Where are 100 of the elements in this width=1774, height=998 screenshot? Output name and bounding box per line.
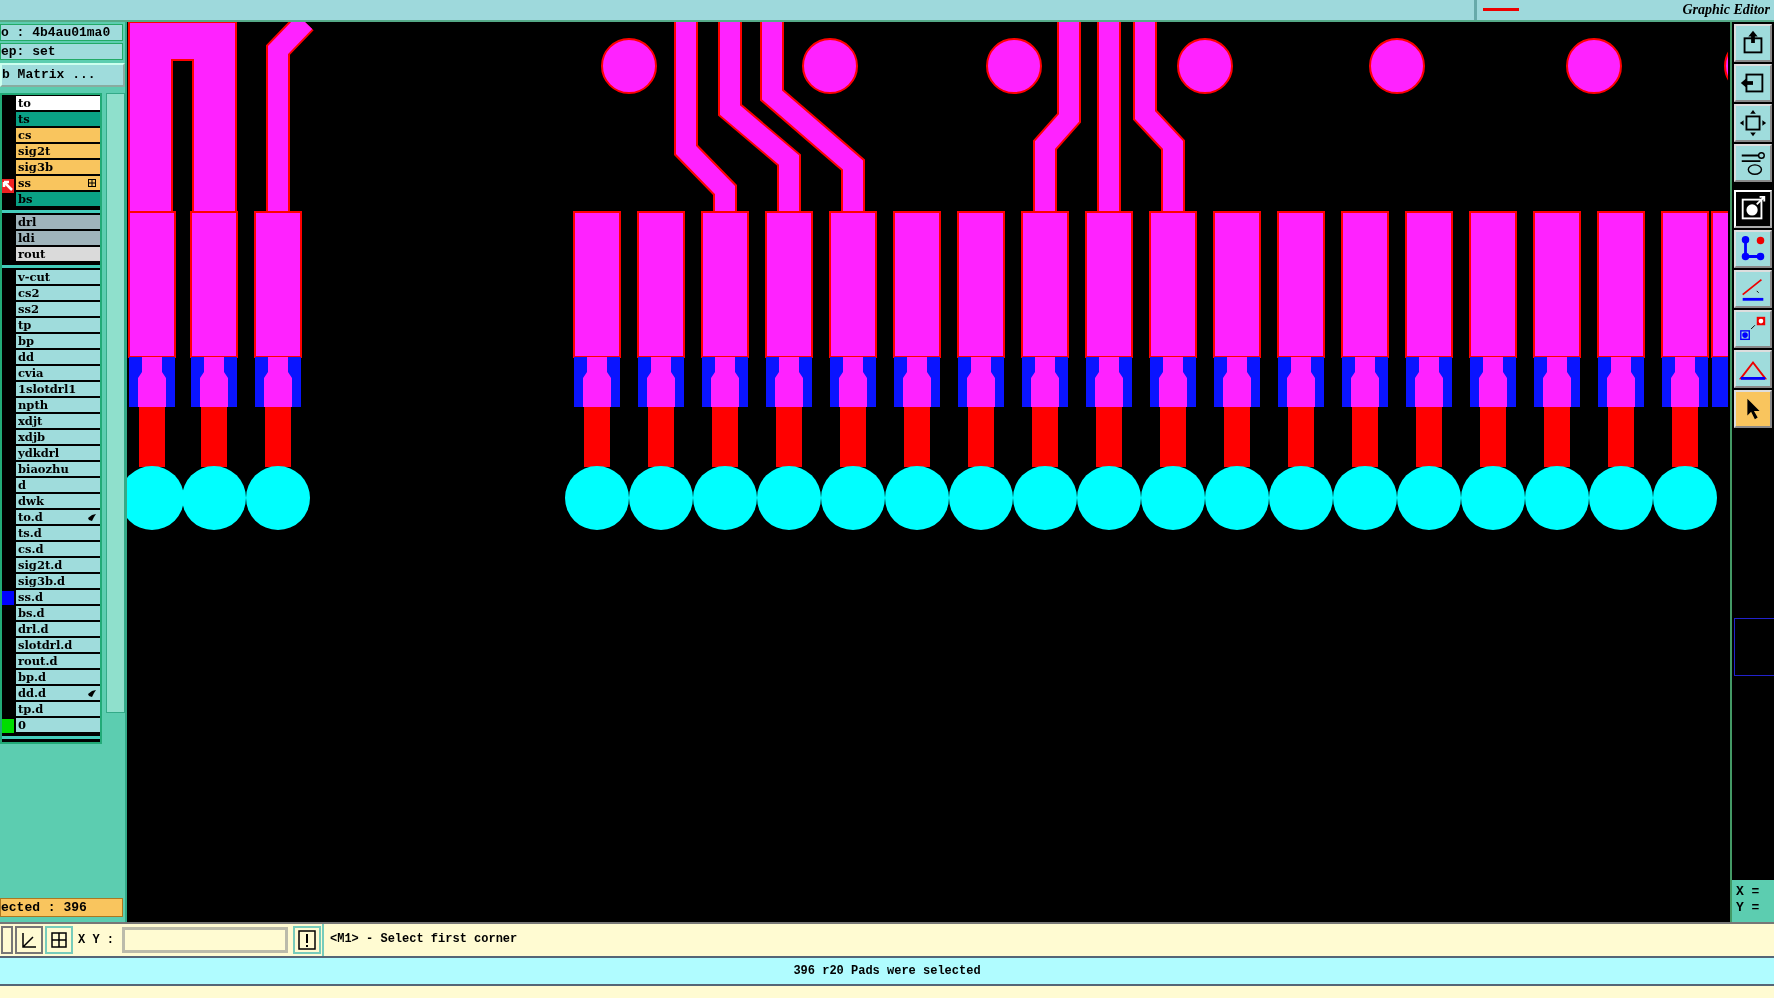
layer-name: bs bbox=[18, 192, 33, 206]
grid-button[interactable] bbox=[45, 926, 73, 954]
tool-button[interactable] bbox=[1734, 350, 1772, 388]
xy-label: X Y : bbox=[77, 932, 115, 949]
xy-input-field[interactable] bbox=[122, 927, 288, 953]
layer-item[interactable]: bs bbox=[16, 192, 100, 207]
tool-button[interactable] bbox=[1734, 270, 1772, 308]
layer-item[interactable]: bs.d bbox=[16, 606, 100, 621]
layer-item[interactable]: rout bbox=[16, 247, 100, 262]
layer-item[interactable]: xdjt bbox=[16, 414, 100, 429]
layer-item[interactable]: to.d bbox=[16, 510, 100, 525]
layer-name: ss.d bbox=[18, 590, 43, 604]
matrix-button[interactable]: b Matrix ... bbox=[0, 63, 125, 87]
layer-name: cs bbox=[18, 128, 32, 142]
layer-item[interactable]: to bbox=[16, 96, 100, 111]
layer-item[interactable]: bp bbox=[16, 334, 100, 349]
layer-name: drl.d bbox=[18, 622, 49, 636]
layer-item[interactable]: biaozhu bbox=[16, 462, 100, 477]
work-layer-icon bbox=[2, 178, 14, 193]
layer-item[interactable]: rout.d bbox=[16, 654, 100, 669]
layer-item[interactable]: drl bbox=[16, 215, 100, 230]
layer-name: sig3b bbox=[18, 160, 53, 174]
tool-button[interactable] bbox=[1734, 104, 1772, 142]
layer-name: dwk bbox=[18, 494, 44, 508]
layer-item[interactable]: cs2 bbox=[16, 286, 100, 301]
layer-item[interactable]: slotdrl.d bbox=[16, 638, 100, 653]
layer-item[interactable]: v-cut bbox=[16, 270, 100, 285]
logo-icon bbox=[1481, 6, 1521, 14]
y-coordinate: Y = bbox=[1736, 900, 1761, 916]
status-message: 396 r20 Pads were selected bbox=[793, 964, 981, 978]
x-coordinate: X = bbox=[1736, 884, 1761, 900]
tool-button[interactable] bbox=[1734, 24, 1772, 62]
layer-name: npth bbox=[18, 398, 49, 412]
layer-name: to bbox=[18, 96, 31, 110]
layer-name: rout bbox=[18, 247, 46, 261]
layer-item[interactable]: ldi bbox=[16, 231, 100, 246]
layer-item[interactable]: d bbox=[16, 478, 100, 493]
layer-name: bp bbox=[18, 334, 35, 348]
layer-name: ss bbox=[18, 176, 31, 190]
layer-item[interactable]: tp.d bbox=[16, 702, 100, 717]
layer-name: drl bbox=[18, 215, 37, 229]
layer-name: slotdrl.d bbox=[18, 638, 73, 652]
layer-name: sig3b.d bbox=[18, 574, 65, 588]
layer-name: ts bbox=[18, 112, 30, 126]
grid-icon bbox=[50, 930, 68, 949]
layer-name: cs.d bbox=[18, 542, 44, 556]
tool-button[interactable] bbox=[1734, 230, 1772, 268]
layer-item[interactable]: cs.d bbox=[16, 542, 100, 557]
layer-item[interactable]: drl.d bbox=[16, 622, 100, 637]
layer-name: xdjt bbox=[18, 414, 43, 428]
selected-count: ected : 396 bbox=[0, 898, 123, 917]
layer-name: cs2 bbox=[18, 286, 40, 300]
layer-item[interactable]: sig3b bbox=[16, 160, 100, 175]
layer-name: 1slotdrl1 bbox=[18, 382, 77, 396]
job-name: o : 4b4au01ma0 bbox=[0, 24, 123, 41]
layer-item[interactable]: ss.d bbox=[16, 590, 100, 605]
layer-item[interactable]: sig3b.d bbox=[16, 574, 100, 589]
layer-item[interactable]: ts.d bbox=[16, 526, 100, 541]
prompt-text: <M1> - Select first corner bbox=[330, 932, 518, 946]
tool-button[interactable] bbox=[1734, 144, 1772, 182]
layer-item[interactable]: dwk bbox=[16, 494, 100, 509]
layer-name: dd.d bbox=[18, 686, 47, 700]
layer-name: sig2t.d bbox=[18, 558, 63, 572]
layer-name: v-cut bbox=[18, 270, 51, 284]
layer-item[interactable]: dd bbox=[16, 350, 100, 365]
layer-item[interactable]: cs bbox=[16, 128, 100, 143]
layer-name: rout.d bbox=[18, 654, 58, 668]
layer-item[interactable]: cvia bbox=[16, 366, 100, 381]
step-name: ep: set bbox=[0, 43, 123, 60]
layer-item[interactable]: sig2t bbox=[16, 144, 100, 159]
angle-icon bbox=[19, 930, 39, 950]
tool-button[interactable] bbox=[1734, 390, 1772, 428]
layer-name: cvia bbox=[18, 366, 44, 380]
execute-button[interactable] bbox=[293, 926, 321, 954]
layer-item[interactable]: 0 bbox=[16, 718, 100, 733]
layer-name: bs.d bbox=[18, 606, 45, 620]
layer-item[interactable]: ts bbox=[16, 112, 100, 127]
fit-view-icon bbox=[1738, 108, 1768, 138]
layer-name: dd bbox=[18, 350, 35, 364]
layer-item[interactable]: dd.d bbox=[16, 686, 100, 701]
toolbar-button[interactable] bbox=[1, 926, 13, 954]
layer-item[interactable]: ss2 bbox=[16, 302, 100, 317]
layer-item[interactable]: bp.d bbox=[16, 670, 100, 685]
measure-button[interactable] bbox=[15, 926, 43, 954]
tool-button[interactable] bbox=[1734, 64, 1772, 102]
layer-name: xdjb bbox=[18, 430, 46, 444]
layer-item[interactable]: 1slotdrl1 bbox=[16, 382, 100, 397]
layer-item[interactable]: npth bbox=[16, 398, 100, 413]
layer-item[interactable]: ss bbox=[16, 176, 100, 191]
scrollbar[interactable] bbox=[106, 93, 125, 713]
layer-item[interactable]: tp bbox=[16, 318, 100, 333]
layer-name: biaozhu bbox=[18, 462, 69, 476]
layer-name: ydkdrl bbox=[18, 446, 60, 460]
layer-item[interactable]: ydkdrl bbox=[16, 446, 100, 461]
tool-button[interactable] bbox=[1734, 310, 1772, 348]
layer-item[interactable]: sig2t.d bbox=[16, 558, 100, 573]
layer-name: d bbox=[18, 478, 27, 492]
app-subtitle: Graphic Editor bbox=[1682, 1, 1770, 19]
layer-item[interactable]: xdjb bbox=[16, 430, 100, 445]
layer-name: 0 bbox=[18, 718, 26, 732]
